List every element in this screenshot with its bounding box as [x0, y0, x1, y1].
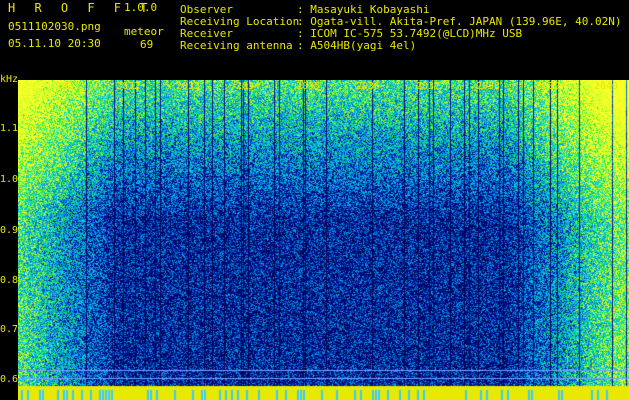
spectrogram [18, 80, 629, 400]
y-tick-0-8: 0.8 [0, 275, 19, 286]
image-filename: 0511102030.png [8, 20, 101, 33]
x-tick-2039: 2039 [536, 81, 561, 92]
y-tick-1-1: 1.1 [0, 123, 19, 134]
y-tick-0-6: 0.6 [0, 374, 19, 385]
y-axis-unit: kHz [0, 74, 19, 85]
x-tick-2032: 2032 [116, 81, 141, 92]
x-tick-2034: 2034 [236, 81, 261, 92]
meteor-count: 69 [140, 38, 154, 51]
antenna-value: : A504HB(yagi 4el) [297, 39, 417, 52]
x-tick-2036: 2036 [356, 81, 381, 92]
y-tick-1-0: 1.0 [0, 174, 19, 185]
antenna-label: Receiving antenna [180, 39, 293, 52]
x-tick-2035: 2035 [296, 81, 321, 92]
x-tick-2038: 2038 [476, 81, 501, 92]
header-panel: H R O F F T 1.0.0 0511102030.png 05.11.1… [0, 0, 629, 80]
y-tick-0-9: 0.9 [0, 225, 19, 236]
x-tick-2040: 2040 [594, 81, 619, 92]
spectrogram-canvas [18, 80, 629, 400]
x-tick-2033: 2033 [176, 81, 201, 92]
y-tick-0-7: 0.7 [0, 324, 19, 335]
x-tick-2037: 2037 [416, 81, 441, 92]
observation-datetime: 05.11.10 20:30 [8, 37, 101, 50]
x-tick-2031: 2031 [56, 81, 81, 92]
meteor-label: meteor [124, 25, 164, 38]
app-version: 1.0.0 [124, 1, 158, 14]
